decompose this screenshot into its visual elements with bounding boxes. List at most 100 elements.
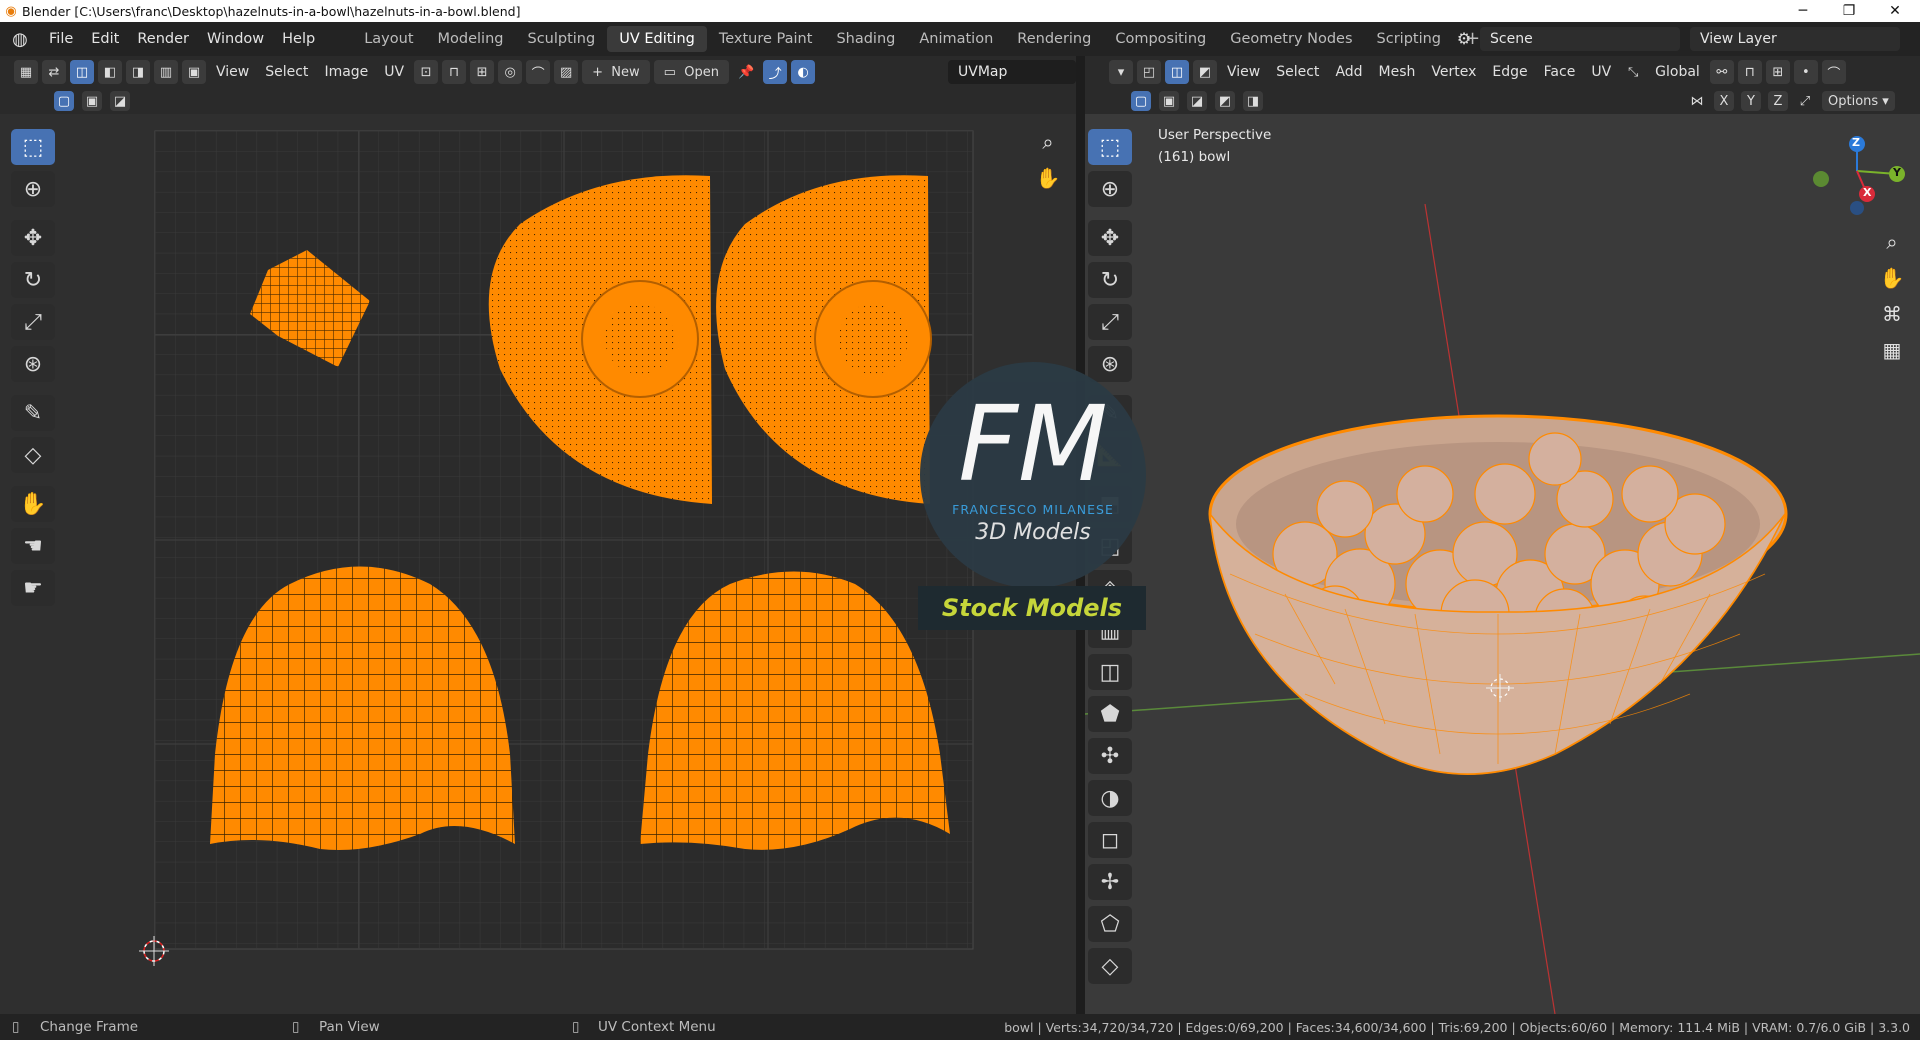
uv-move-tool-icon[interactable]: ✥ [11,220,55,256]
uv-zoom-icon[interactable]: ⌕ [1032,126,1064,158]
vp-pivot-icon[interactable]: ⚯ [1709,60,1734,84]
tab-texture-paint[interactable]: Texture Paint [707,26,825,52]
image-browse-icon[interactable]: ▨ [554,60,579,84]
uv-transform-tool-icon[interactable]: ⊛ [11,346,55,382]
proportional-edit-icon[interactable]: ◎ [498,60,523,84]
vp-snap-increment-icon[interactable]: ⊞ [1765,60,1790,84]
uv-menu-select[interactable]: Select [257,64,316,80]
close-button[interactable]: ✕ [1872,0,1918,22]
auto-merge-icon[interactable]: ⤢ [1795,91,1815,111]
vp-falloff-icon[interactable]: ⌒ [1821,60,1846,84]
blender-menu-icon[interactable]: ◍ [0,29,40,50]
uv-cursor-tool-icon[interactable]: ⊕ [11,171,55,207]
vp-spin-tool-icon[interactable]: ✣ [1088,738,1132,774]
options-dropdown[interactable]: Options ▾ [1822,91,1895,111]
vp-select-set-icon[interactable]: ▢ [1131,91,1151,111]
mirror-y-toggle[interactable]: Y [1741,91,1761,111]
editor-type-icon[interactable]: ▦ [14,60,38,84]
vp-select-extend-icon[interactable]: ▣ [1159,91,1179,111]
vp-menu-uv[interactable]: UV [1583,64,1619,80]
falloff-icon[interactable]: ⌒ [526,60,551,84]
vp-zoom-icon[interactable]: ⌕ [1876,226,1908,258]
tab-modeling[interactable]: Modeling [426,26,516,52]
vp-pan-icon[interactable]: ✋ [1876,262,1908,294]
vp-move-tool-icon[interactable]: ✥ [1088,220,1132,256]
uv-select-tool-icon[interactable]: ⬚ [11,129,55,165]
vp-knife-tool-icon[interactable]: ◫ [1088,654,1132,690]
uv-rotate-tool-icon[interactable]: ↻ [11,262,55,298]
transform-orientation-icon[interactable]: ⤡ [1621,60,1645,84]
scene-field[interactable]: Scene [1480,27,1680,51]
snap-icon[interactable]: ⊓ [442,60,467,84]
uv-sync-icon[interactable]: ⤴ [763,60,788,84]
menu-help[interactable]: Help [273,22,324,56]
uv-pan-icon[interactable]: ✋ [1032,162,1064,194]
island-select-mode-icon[interactable]: ▥ [154,60,178,84]
vp-ortho-icon[interactable]: ▦ [1876,334,1908,366]
vp-select-subtract-icon[interactable]: ◪ [1187,91,1207,111]
vp-polybuild-tool-icon[interactable]: ⬟ [1088,696,1132,732]
mode-dropdown-icon[interactable]: ▾ [1109,60,1133,84]
snap-target-icon[interactable]: ⊞ [470,60,495,84]
open-image-button[interactable]: ▭ Open [653,60,729,84]
sticky-select-icon[interactable]: ▣ [182,60,206,84]
tab-geometry-nodes[interactable]: Geometry Nodes [1218,26,1364,52]
uv-menu-image[interactable]: Image [316,64,376,80]
face-mode-icon[interactable]: ◩ [1193,60,1217,84]
tab-shading[interactable]: Shading [824,26,907,52]
vp-menu-mesh[interactable]: Mesh [1371,64,1424,80]
pivot-point-icon[interactable]: ⊡ [414,60,439,84]
uv-menu-view[interactable]: View [208,64,257,80]
select-box-mode-icon[interactable]: ▢ [54,91,74,111]
select-subtract-mode-icon[interactable]: ◪ [110,91,130,111]
tab-animation[interactable]: Animation [907,26,1005,52]
orientation-dropdown[interactable]: Global [1647,64,1708,80]
vp-shrink-tool-icon[interactable]: ✢ [1088,864,1132,900]
uv-relax-tool-icon[interactable]: ☚ [11,528,55,564]
uv-annotate-tool-icon[interactable]: ✎ [11,395,55,431]
mirror-x-toggle[interactable]: X [1714,91,1734,111]
uv-editor-area[interactable]: ⌕ ✋ [0,114,1076,1014]
tab-uv-editing[interactable]: UV Editing [607,26,707,52]
edge-mode-icon[interactable]: ◫ [1165,60,1189,84]
vertex-mode-icon[interactable]: ◰ [1137,60,1161,84]
vp-shear-tool-icon[interactable]: ⬠ [1088,906,1132,942]
vp-snap-icon[interactable]: ⊓ [1737,60,1762,84]
vp-scale-tool-icon[interactable]: ⤢ [1088,304,1132,340]
uv-overlay-icon[interactable]: ◐ [791,60,816,84]
vp-select-invert-icon[interactable]: ◩ [1215,91,1235,111]
vp-menu-face[interactable]: Face [1536,64,1584,80]
vp-camera-icon[interactable]: ⌘ [1876,298,1908,330]
vp-menu-view[interactable]: View [1219,64,1268,80]
menu-edit[interactable]: Edit [82,22,128,56]
face-select-mode-icon[interactable]: ◨ [126,60,150,84]
vp-edge-slide-tool-icon[interactable]: ◻ [1088,822,1132,858]
tab-sculpting[interactable]: Sculpting [515,26,607,52]
tab-rendering[interactable]: Rendering [1005,26,1103,52]
tab-scripting[interactable]: Scripting [1365,26,1453,52]
vp-transform-tool-icon[interactable]: ⊛ [1088,346,1132,382]
tab-layout[interactable]: Layout [352,26,425,52]
select-extend-mode-icon[interactable]: ▣ [82,91,102,111]
vp-cursor-tool-icon[interactable]: ⊕ [1088,171,1132,207]
scene-selector-icon[interactable]: ⚙ [1450,27,1478,51]
tab-compositing[interactable]: Compositing [1103,26,1218,52]
menu-window[interactable]: Window [198,22,273,56]
view-layer-field[interactable]: View Layer [1690,27,1900,51]
uv-grab-tool-icon[interactable]: ✋ [11,486,55,522]
vp-proportional-icon[interactable]: • [1793,60,1818,84]
menu-render[interactable]: Render [128,22,198,56]
uv-rip-tool-icon[interactable]: ◇ [11,437,55,473]
viewport-area[interactable]: User Perspective (161) bowl Z Y X ⌕ ✋ ⌘ … [1085,114,1920,1014]
uv-scale-tool-icon[interactable]: ⤢ [11,304,55,340]
pin-icon[interactable]: 📌 [733,60,759,84]
new-image-button[interactable]: + New [582,60,650,84]
vp-menu-add[interactable]: Add [1327,64,1370,80]
sync-selection-icon[interactable]: ⇄ [42,60,66,84]
maximize-button[interactable]: ❐ [1826,0,1872,22]
menu-file[interactable]: File [40,22,82,56]
vp-rotate-tool-icon[interactable]: ↻ [1088,262,1132,298]
uv-pinch-tool-icon[interactable]: ☛ [11,570,55,606]
edge-select-mode-icon[interactable]: ◧ [98,60,122,84]
vp-smooth-tool-icon[interactable]: ◑ [1088,780,1132,816]
